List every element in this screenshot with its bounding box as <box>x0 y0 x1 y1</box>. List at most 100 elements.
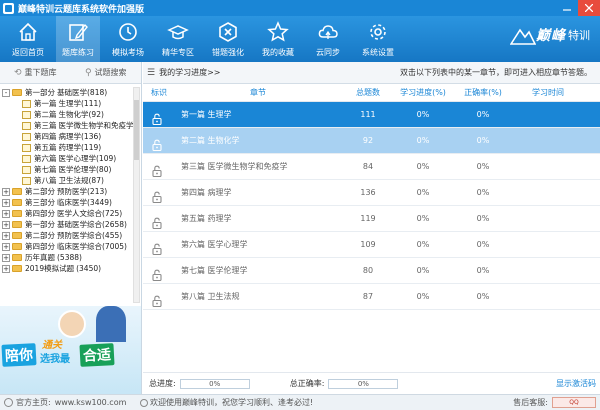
chapter-row[interactable]: 第八篇 卫生法规 87 0% 0% <box>143 284 600 310</box>
expand-toggle[interactable]: + <box>2 253 10 262</box>
tree-node-label: 第八篇 <box>34 176 57 185</box>
minimize-button[interactable] <box>556 0 578 16</box>
column-header-flag: 标识 <box>151 88 167 97</box>
my-progress-link[interactable]: 我的学习进度>> <box>159 67 220 78</box>
chapter-total: 109 <box>360 240 376 249</box>
chapter-row[interactable]: 第二篇 生物化学 92 0% 0% <box>143 128 600 154</box>
collapse-toggle[interactable]: - <box>2 88 10 97</box>
close-button[interactable] <box>578 0 600 16</box>
folder-icon <box>12 232 22 239</box>
chapter-row[interactable]: 第四篇 病理学 136 0% 0% <box>143 180 600 206</box>
tree-node[interactable]: 第六篇 医学心理学(109) <box>2 153 141 164</box>
refresh-bank-button[interactable]: ⟲ 重下题库 <box>0 62 71 83</box>
total-progress-bar: 0% <box>179 378 250 389</box>
tree-node[interactable]: 第二篇 生物化学(92) <box>2 109 141 120</box>
tree-node[interactable]: 第一篇 生理学(111) <box>2 98 141 109</box>
expand-toggle[interactable]: + <box>2 209 10 218</box>
toolbar-mock-exam-button[interactable]: 模拟考场 <box>106 16 150 62</box>
toolbar-favorites-button[interactable]: 我的收藏 <box>256 16 300 62</box>
window-title: 巅峰特训云题库系统软件加强版 <box>18 4 145 15</box>
chapter-row[interactable]: 第五篇 药理学 119 0% 0% <box>143 206 600 232</box>
tree-node-label: 第二篇 <box>34 110 57 119</box>
chapter-total: 84 <box>362 162 374 171</box>
expand-toggle[interactable]: + <box>2 231 10 240</box>
tree-node[interactable]: + 2019模拟试题 (3450) <box>2 263 141 274</box>
tree-node[interactable]: 第四篇 病理学(136) <box>2 131 141 142</box>
expand-toggle[interactable]: + <box>2 264 10 273</box>
tree-node[interactable]: 第五篇 药理学(119) <box>2 142 141 153</box>
toolbar-cloud-sync-label: 云同步 <box>316 48 340 57</box>
document-icon <box>22 110 31 119</box>
tree-node[interactable]: + 第三部分 临床医学(3449) <box>2 197 141 208</box>
chapter-progress: 0% <box>416 162 430 171</box>
tree-node[interactable]: + 第四部分 临床医学综合(7005) <box>2 241 141 252</box>
lock-icon <box>151 217 173 229</box>
toolbar-practice-label: 题库练习 <box>62 48 94 57</box>
chapter-progress: 0% <box>416 214 430 223</box>
chapter-row[interactable]: 第六篇 医学心理学 109 0% 0% <box>143 232 600 258</box>
tree-node-detail: 病理学(136) <box>58 132 102 141</box>
toolbar-cloud-sync-button[interactable]: 云同步 <box>306 16 350 62</box>
tree-node[interactable]: 第七篇 医学伦理学(80) <box>2 164 141 175</box>
expand-toggle[interactable]: + <box>2 187 10 196</box>
chapter-progress: 0% <box>416 188 430 197</box>
chapter-progress: 0% <box>416 292 430 301</box>
toolbar-favorites-label: 我的收藏 <box>262 48 294 57</box>
tree-node-label: 2019模拟试题 <box>25 264 75 273</box>
chapter-row[interactable]: 第一篇 生理学 111 0% 0% <box>143 102 600 128</box>
promo-banner[interactable]: 陪你 通关 选我最 合适 <box>0 306 141 394</box>
tree-node[interactable]: + 第二部分 预防医学(213) <box>2 186 141 197</box>
info-icon <box>140 398 148 407</box>
toolbar-mock-exam-label: 模拟考场 <box>112 48 144 57</box>
tree-node-detail: 预防医学(213) <box>57 187 108 196</box>
homepage-link[interactable]: www.ksw100.com <box>55 398 127 407</box>
tree-node-detail: 临床医学(3449) <box>57 198 112 207</box>
show-activation-code-link[interactable]: 显示激活码 <box>556 378 596 389</box>
tree-node[interactable]: + 历年真题 (5388) <box>2 252 141 263</box>
expand-toggle[interactable]: + <box>2 220 10 229</box>
tree-node[interactable]: + 第二部分 预防医学综合(455) <box>2 230 141 241</box>
chapter-row[interactable]: 第三篇 医学微生物学和免疫学 84 0% 0% <box>143 154 600 180</box>
lock-icon <box>151 243 173 255</box>
tree-node-label: 第七篇 <box>34 165 57 174</box>
tree-node-detail: 卫生法规(87) <box>58 176 104 185</box>
tree-node-detail: 预防医学综合(455) <box>57 231 123 240</box>
progress-header: ☰ 我的学习进度>> 双击以下列表中的某一章节，即可进入相应章节答题。 <box>143 62 600 84</box>
chapter-progress: 0% <box>416 266 430 275</box>
expand-toggle[interactable]: + <box>2 198 10 207</box>
tree-node-label: 第五篇 <box>34 143 57 152</box>
tree-node[interactable]: 第八篇 卫生法规(87) <box>2 175 141 186</box>
tree-node[interactable]: - 第一部分 基础医学(818) <box>2 87 141 98</box>
tree-node-detail: 生理学(111) <box>58 99 102 108</box>
total-accuracy-label: 总正确率: <box>289 379 325 388</box>
star-icon <box>267 21 289 43</box>
question-search-button[interactable]: ⚲ 试题搜索 <box>71 62 142 83</box>
cloud-sync-icon <box>317 21 339 43</box>
toolbar-wrong-questions-button[interactable]: 错题强化 <box>206 16 250 62</box>
qq-contact-badge[interactable]: QQ <box>552 397 596 408</box>
expand-toggle[interactable]: + <box>2 242 10 251</box>
tree-node-label: 历年真题 <box>25 253 55 262</box>
toolbar-home-button[interactable]: 返回首页 <box>6 16 50 62</box>
chapter-total: 87 <box>362 292 374 301</box>
clock-icon <box>117 21 139 43</box>
toolbar-essence-button[interactable]: 精华专区 <box>156 16 200 62</box>
folder-icon <box>12 254 22 261</box>
column-header-chapter: 章节 <box>250 88 266 97</box>
brand-subname: 特训 <box>568 29 590 42</box>
tree-node[interactable]: + 第一部分 基础医学综合(2658) <box>2 219 141 230</box>
document-icon <box>22 176 31 185</box>
chapter-progress: 0% <box>416 240 430 249</box>
tree-node-detail: 临床医学综合(7005) <box>57 242 127 251</box>
total-progress-value: 0% <box>209 379 221 388</box>
tree-scrollbar[interactable] <box>133 87 140 303</box>
document-icon <box>22 154 31 163</box>
toolbar-settings-button[interactable]: 系统设置 <box>356 16 400 62</box>
tree-node[interactable]: 第三篇 医学微生物学和免疫学 <box>2 120 141 131</box>
chapter-row[interactable]: 第七篇 医学伦理学 80 0% 0% <box>143 258 600 284</box>
promo-text-mid-bottom: 选我最 <box>40 354 70 365</box>
toolbar-practice-button[interactable]: 题库练习 <box>56 16 100 62</box>
tree-node[interactable]: + 第四部分 医学人文综合(725) <box>2 208 141 219</box>
chapter-total: 111 <box>360 110 376 119</box>
tree-scrollbar-thumb[interactable] <box>134 100 139 160</box>
